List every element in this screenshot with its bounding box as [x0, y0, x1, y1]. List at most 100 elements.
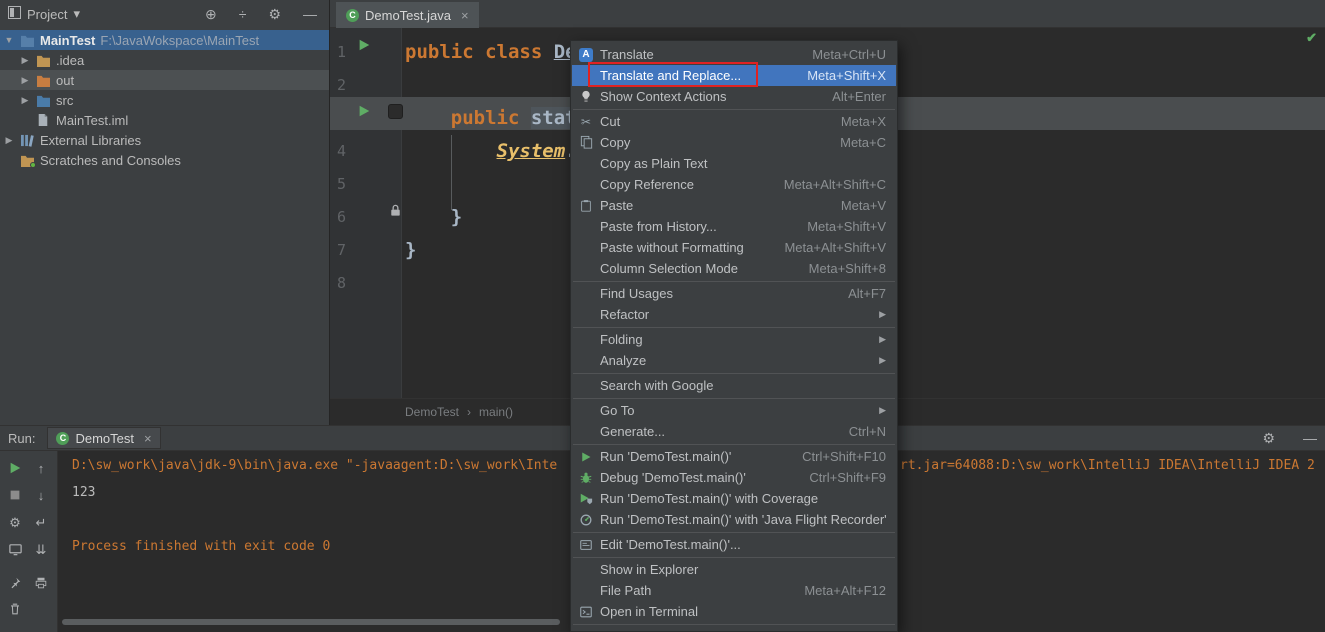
- tree-item-label: Scratches and Consoles: [40, 153, 181, 168]
- run-class-gutter-icon[interactable]: [357, 38, 371, 52]
- tree-item-label: out: [56, 73, 74, 88]
- console-line-exit-code: Process finished with exit code 0: [72, 539, 330, 554]
- settings-gear-icon[interactable]: ⚙: [268, 7, 281, 21]
- menu-item-analyze[interactable]: Analyze▶: [572, 350, 896, 371]
- menu-item-refactor[interactable]: Refactor▶: [572, 304, 896, 325]
- tree-item-label: MainTest: [40, 33, 95, 48]
- chevron-right-icon[interactable]: ▶: [4, 135, 14, 146]
- coverage-icon: [577, 491, 595, 507]
- tree-item-out[interactable]: ▶ out: [0, 70, 329, 90]
- editor-tab-title: DemoTest.java: [365, 8, 451, 23]
- project-panel-title[interactable]: Project: [27, 7, 67, 22]
- line-number: 8: [330, 267, 346, 300]
- tree-item-idea[interactable]: ▶ .idea: [0, 50, 329, 70]
- line-number: 5: [330, 168, 346, 201]
- code-line-4[interactable]: System.: [405, 135, 577, 168]
- close-tab-icon[interactable]: ×: [144, 431, 152, 446]
- menu-item-copy-as-plain-text[interactable]: Copy as Plain Text: [572, 153, 896, 174]
- show-console-monitor-icon[interactable]: [7, 541, 23, 557]
- menu-item-go-to[interactable]: Go To▶: [572, 400, 896, 421]
- tree-item-maintest-root[interactable]: ▼ MainTest F:\JavaWokspace\MainTest: [0, 30, 329, 50]
- chevron-down-icon[interactable]: ▼: [4, 35, 14, 45]
- menu-item-show-context-actions[interactable]: Show Context ActionsAlt+Enter: [572, 86, 896, 107]
- tree-item-maintest-iml[interactable]: MainTest.iml: [0, 110, 329, 130]
- source-folder-icon: [35, 94, 51, 107]
- chevron-right-icon[interactable]: ▶: [20, 75, 30, 86]
- menu-separator: [573, 327, 895, 328]
- chevron-down-icon[interactable]: ▾: [73, 6, 80, 22]
- tree-item-scratches[interactable]: Scratches and Consoles: [0, 150, 329, 170]
- close-tab-icon[interactable]: ×: [461, 8, 469, 23]
- run-label: Run:: [8, 431, 35, 446]
- stop-icon[interactable]: [7, 487, 23, 503]
- menu-item-copy-reference[interactable]: Copy ReferenceMeta+Alt+Shift+C: [572, 174, 896, 195]
- menu-item-generate[interactable]: Generate...Ctrl+N: [572, 421, 896, 442]
- code-line-6[interactable]: }: [405, 201, 462, 234]
- menu-separator: [573, 532, 895, 533]
- menu-item-copy[interactable]: CopyMeta+C: [572, 132, 896, 153]
- menu-separator: [573, 109, 895, 110]
- build-settings-icon[interactable]: ⚙: [7, 514, 23, 530]
- menu-item-paste-without-formatting[interactable]: Paste without FormattingMeta+Alt+Shift+V: [572, 237, 896, 258]
- menu-item-edit-run-configuration[interactable]: Edit 'DemoTest.main()'...: [572, 534, 896, 555]
- libraries-icon: [19, 134, 35, 147]
- editor-tab-demotest[interactable]: C DemoTest.java ×: [336, 2, 479, 28]
- line-number: 7: [330, 234, 346, 267]
- menu-item-column-selection-mode[interactable]: Column Selection ModeMeta+Shift+8: [572, 258, 896, 279]
- locate-file-icon[interactable]: ⊕: [205, 7, 217, 21]
- project-panel-header: Project ▾ ⊕ ÷ ⚙ —: [0, 0, 329, 28]
- console-horizontal-scrollbar[interactable]: [62, 619, 560, 625]
- menu-item-search-with-google[interactable]: Search with Google: [572, 375, 896, 396]
- menu-item-open-in-terminal[interactable]: Open in Terminal: [572, 601, 896, 622]
- code-line-1[interactable]: public class De: [405, 36, 577, 69]
- copy-icon: [577, 135, 595, 151]
- scissors-icon: ✂: [577, 114, 595, 130]
- tree-item-external-libraries[interactable]: ▶ External Libraries: [0, 130, 329, 150]
- chevron-right-icon[interactable]: ▶: [20, 95, 30, 106]
- menu-item-run-main[interactable]: Run 'DemoTest.main()'Ctrl+Shift+F10: [572, 446, 896, 467]
- down-stack-icon[interactable]: ↓: [33, 487, 49, 503]
- menu-item-show-in-explorer[interactable]: Show in Explorer: [572, 559, 896, 580]
- run-tab-demotest[interactable]: C DemoTest ×: [47, 427, 160, 449]
- breadcrumb-file[interactable]: DemoTest: [405, 405, 459, 419]
- line-number: 1: [330, 36, 346, 69]
- menu-item-local-history[interactable]: Local History▶: [572, 626, 896, 632]
- inspection-ok-icon[interactable]: ✔: [1306, 30, 1317, 46]
- menu-item-find-usages[interactable]: Find UsagesAlt+F7: [572, 283, 896, 304]
- menu-item-run-with-coverage[interactable]: Run 'DemoTest.main()' with Coverage: [572, 488, 896, 509]
- menu-item-debug-main[interactable]: Debug 'DemoTest.main()'Ctrl+Shift+F9: [572, 467, 896, 488]
- menu-item-paste-from-history[interactable]: Paste from History...Meta+Shift+V: [572, 216, 896, 237]
- pin-icon[interactable]: [7, 575, 23, 591]
- console-line-command-right: rt.jar=64088:D:\sw_work\IntelliJ IDEA\In…: [900, 458, 1315, 473]
- menu-item-file-path[interactable]: File PathMeta+Alt+F12: [572, 580, 896, 601]
- menu-separator: [573, 373, 895, 374]
- settings-gear-icon[interactable]: ⚙: [1262, 431, 1275, 445]
- chevron-right-icon[interactable]: ▶: [20, 55, 30, 66]
- collapse-all-icon[interactable]: ÷: [239, 7, 247, 21]
- hide-panel-icon[interactable]: —: [1303, 431, 1317, 445]
- code-line-3[interactable]: public stat: [405, 102, 577, 135]
- project-panel: Project ▾ ⊕ ÷ ⚙ — ▼ MainTest F:\JavaWoks…: [0, 0, 330, 425]
- scroll-to-end-icon[interactable]: ⇊: [33, 541, 49, 557]
- print-icon[interactable]: [33, 575, 49, 591]
- flight-recorder-icon: [577, 512, 595, 528]
- rerun-icon[interactable]: [7, 460, 23, 476]
- module-file-icon: [35, 113, 51, 127]
- menu-item-paste[interactable]: PasteMeta+V: [572, 195, 896, 216]
- up-stack-icon[interactable]: ↑: [33, 460, 49, 476]
- soft-wrap-icon[interactable]: ↵: [33, 514, 49, 530]
- breadcrumb-method[interactable]: main(): [479, 405, 513, 419]
- project-folder-icon: [19, 34, 35, 47]
- tree-item-src[interactable]: ▶ src: [0, 90, 329, 110]
- hide-panel-icon[interactable]: —: [303, 7, 317, 21]
- ide-window: Project ▾ ⊕ ÷ ⚙ — ▼ MainTest F:\JavaWoks…: [0, 0, 1325, 632]
- line-number: 6: [330, 201, 346, 234]
- run-method-gutter-icon[interactable]: [357, 104, 371, 118]
- code-line-7[interactable]: }: [405, 234, 416, 267]
- menu-item-run-with-jfr[interactable]: Run 'DemoTest.main()' with 'Java Flight …: [572, 509, 896, 530]
- gutter-marker-icon[interactable]: [388, 104, 403, 119]
- fold-lock-gutter-icon[interactable]: [388, 203, 403, 218]
- menu-item-cut[interactable]: ✂CutMeta+X: [572, 111, 896, 132]
- trash-icon[interactable]: [7, 601, 23, 617]
- menu-item-folding[interactable]: Folding▶: [572, 329, 896, 350]
